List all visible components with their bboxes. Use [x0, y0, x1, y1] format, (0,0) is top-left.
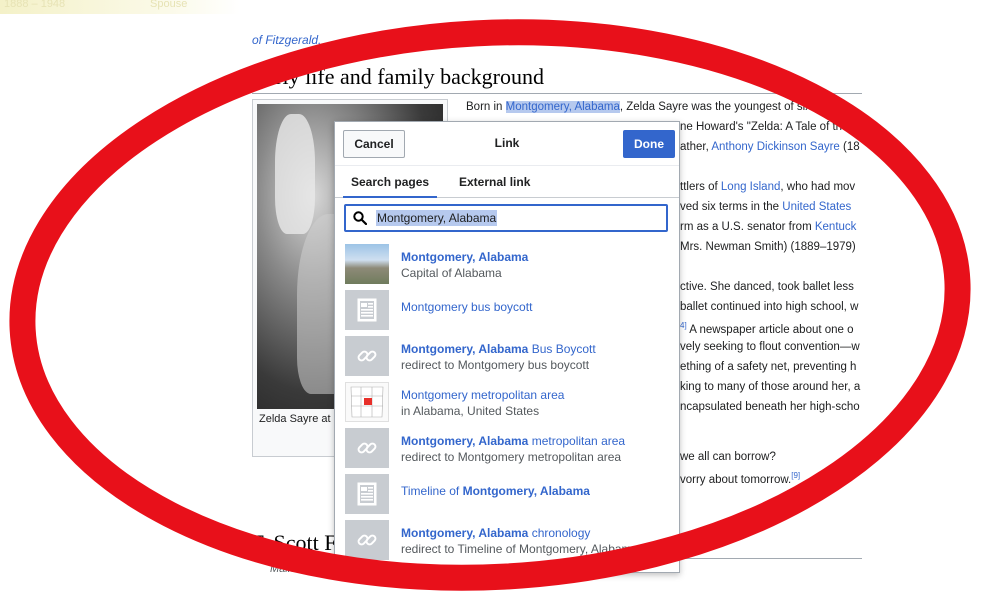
search-result-item[interactable]: Montgomery, Alabama Bus Boycott redirect … [335, 332, 679, 378]
result-title: Timeline of Montgomery, Alabama [401, 484, 590, 498]
article-text: ather, [680, 141, 712, 153]
article-line: ttlers of Long Island, who had mov [680, 181, 863, 193]
article-text: Born in [466, 101, 506, 113]
result-description: Capital of Alabama [401, 266, 502, 280]
result-title: Montgomery bus boycott [401, 300, 533, 314]
result-title: Montgomery, Alabama chronology [401, 526, 591, 540]
article-text: rm as a U.S. senator from [680, 221, 815, 233]
article-link[interactable]: Long Island [721, 181, 780, 193]
montgomery-link-selected[interactable]: Montgomery, Alabama [505, 101, 620, 113]
result-title: Montgomery, Alabama metropolitan area [401, 434, 626, 448]
article-line: ather, Anthony Dickinson Sayre (18 [680, 141, 863, 153]
search-result-item[interactable]: Montgomery, Alabama chronology redirect t… [335, 516, 679, 562]
article-text: , Zelda Sayre was the youngest of six ch… [619, 101, 829, 113]
article-text: we all can borrow? [680, 451, 776, 463]
dialog-tabs: Search pages External link [335, 168, 679, 198]
article-text: ved six terms in the [680, 201, 783, 213]
article-line: we all can borrow? [680, 451, 863, 463]
article-text: ething of a safety net, preventing h [680, 361, 857, 373]
article-text: king to many of those around her, a [680, 381, 861, 393]
result-title: Montgomery, Alabama [401, 250, 529, 264]
faded-header-text: 1888 – 1948 [4, 0, 66, 10]
previous-paragraph-link[interactable]: of Fitzgerald. [252, 33, 321, 47]
search-result-item[interactable]: Montgomery metropolitan area in Alabama, … [335, 378, 679, 424]
article-text: ballet continued into high school, w [680, 301, 859, 313]
article-text: vorry about tomorrow. [680, 473, 792, 486]
cropped-header-fade: 1888 – 1948 Spouse [0, 0, 240, 14]
search-result-item[interactable]: Timeline of Montgomery, Alabama [335, 470, 679, 516]
result-description: redirect to Montgomery metropolitan area [401, 450, 622, 464]
article-first-line: Born in Montgomery, Alabama, Zelda Sayre… [466, 101, 829, 113]
result-description: in Alabama, United States [401, 404, 540, 418]
city-photo-icon [345, 244, 389, 284]
article-line: vely seeking to flout convention—w [680, 341, 863, 353]
search-result-item[interactable]: Montgomery bus boycott [335, 286, 679, 332]
article-link[interactable]: United States [782, 201, 851, 213]
result-description: redirect to Timeline of Montgomery, Alab… [401, 542, 639, 556]
citation-link[interactable]: 4] [680, 321, 687, 330]
article-text: A newspaper article about one o [686, 323, 854, 336]
article-link[interactable]: Kentuck [815, 221, 857, 233]
tab-search-pages[interactable]: Search pages [343, 168, 438, 198]
article-line: 4] A newspaper article about one o [680, 321, 863, 336]
article-icon [345, 290, 389, 330]
link-inspector-dialog: Cancel Link Done Search pages External l… [334, 121, 680, 573]
done-button[interactable]: Done [623, 130, 675, 158]
article-text: Mrs. Newman Smith) (1889–1979) [680, 241, 856, 253]
article-line: vorry about tomorrow.[9] [680, 471, 863, 486]
search-icon [353, 211, 367, 225]
article-text: (18 [839, 141, 860, 153]
heading-divider [252, 93, 862, 94]
search-result-item[interactable]: Montgomery, Alabama metropolitan area red… [335, 424, 679, 470]
article-line: ething of a safety net, preventing h [680, 361, 863, 373]
article-text: ne Howard's "Zelda: A Tale of the M [680, 121, 862, 133]
citation-link[interactable]: [9] [791, 471, 800, 480]
map-icon [345, 382, 389, 422]
search-result-item[interactable]: Montgomery, Alabama Capital of Alabama [335, 240, 679, 286]
article-text: , who had mov [780, 181, 856, 193]
redirect-link-icon [345, 520, 389, 560]
article-text: ncapsulated beneath her high-scho [680, 401, 860, 413]
article-line: ncapsulated beneath her high-scho [680, 401, 863, 413]
article-text: vely seeking to flout convention—w [680, 341, 860, 353]
article-link[interactable]: Anthony Dickinson Sayre [711, 141, 839, 153]
tab-external-link[interactable]: External link [451, 168, 538, 198]
article-line: Mrs. Newman Smith) (1889–1979) [680, 241, 863, 253]
article-text: ttlers of [680, 181, 721, 193]
article-line: ballet continued into high school, w [680, 301, 863, 313]
article-line: rm as a U.S. senator from Kentuck [680, 221, 863, 233]
redirect-link-icon [345, 428, 389, 468]
article-line: ved six terms in the United States [680, 201, 863, 213]
article-line: ne Howard's "Zelda: A Tale of the M [680, 121, 863, 133]
section-heading-early-life: Early life and family background [252, 64, 545, 89]
article-text: ctive. She danced, took ballet less [680, 281, 854, 293]
dialog-header: Cancel Link Done [335, 122, 679, 166]
search-query-text: Montgomery, Alabama [376, 210, 498, 226]
result-title: Montgomery, Alabama Bus Boycott [401, 342, 596, 356]
article-icon [345, 474, 389, 514]
result-description: redirect to Montgomery bus boycott [401, 358, 590, 372]
redirect-link-icon [345, 336, 389, 376]
search-input[interactable]: Montgomery, Alabama [344, 204, 668, 232]
article-line: ctive. She danced, took ballet less [680, 281, 863, 293]
faded-header-text: Spouse [150, 0, 188, 10]
result-title: Montgomery metropolitan area [401, 388, 565, 402]
article-line: king to many of those around her, a [680, 381, 863, 393]
